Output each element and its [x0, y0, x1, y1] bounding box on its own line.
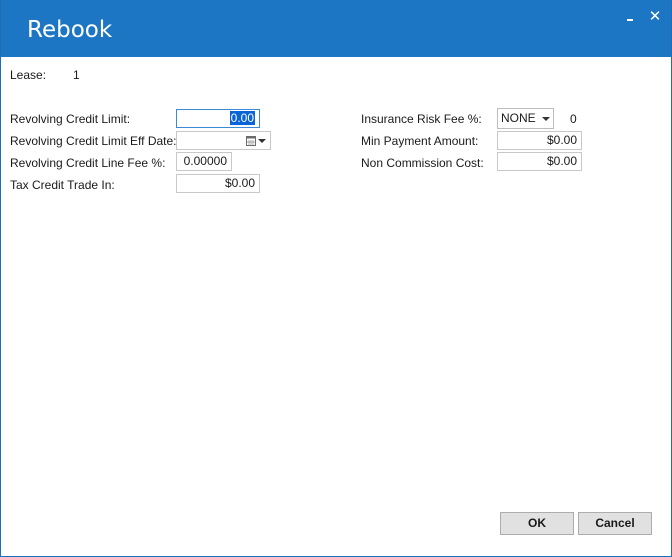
revolving-credit-limit-eff-date-picker[interactable]: [176, 131, 271, 150]
close-button[interactable]: ✕: [644, 6, 666, 28]
window-title: Rebook: [27, 17, 113, 43]
calendar-icon[interactable]: [246, 135, 256, 146]
lease-value: 1: [73, 68, 80, 82]
tax-credit-trade-in-label: Tax Credit Trade In:: [10, 178, 115, 192]
insurance-risk-fee-label: Insurance Risk Fee %:: [361, 112, 482, 126]
revolving-credit-limit-input[interactable]: 0.00: [176, 109, 260, 128]
insurance-risk-fee-select[interactable]: NONE: [497, 108, 554, 129]
lease-label: Lease:: [10, 68, 47, 82]
ok-button[interactable]: OK: [500, 512, 574, 535]
date-dropdown-arrow-icon[interactable]: [258, 139, 266, 143]
min-payment-amount-label: Min Payment Amount:: [361, 134, 479, 148]
non-commission-cost-input[interactable]: $0.00: [497, 152, 582, 171]
non-commission-cost-label: Non Commission Cost:: [361, 156, 484, 170]
title-bar: Rebook ✕: [1, 0, 671, 57]
min-payment-amount-input[interactable]: $0.00: [497, 131, 582, 150]
rebook-dialog: Rebook ✕ Lease: 1 Revolving Credit Limit…: [0, 0, 672, 557]
revolving-credit-limit-eff-date-label: Revolving Credit Limit Eff Date:: [10, 134, 177, 148]
insurance-risk-fee-value: 0: [570, 112, 577, 126]
close-icon: ✕: [648, 8, 662, 25]
cancel-button[interactable]: Cancel: [578, 512, 652, 535]
tax-credit-trade-in-input[interactable]: $0.00: [176, 174, 260, 193]
chevron-down-icon: [542, 117, 550, 121]
revolving-credit-line-fee-input[interactable]: 0.00000: [176, 152, 232, 171]
minimize-icon: [627, 19, 633, 21]
revolving-credit-limit-label: Revolving Credit Limit:: [10, 112, 131, 126]
insurance-risk-fee-selected: NONE: [501, 111, 536, 125]
revolving-credit-line-fee-label: Revolving Credit Line Fee %:: [10, 156, 166, 170]
revolving-credit-limit-value: 0.00: [229, 111, 255, 125]
minimize-button[interactable]: [620, 6, 642, 28]
